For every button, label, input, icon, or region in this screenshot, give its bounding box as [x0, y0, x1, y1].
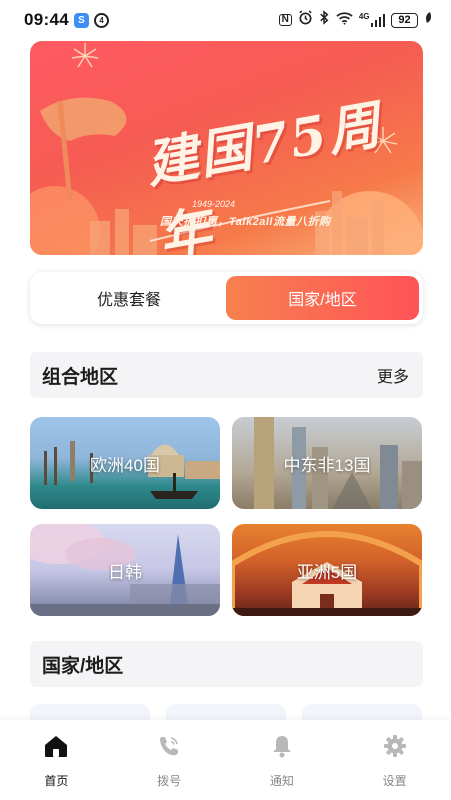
region-label: 亚洲5国 [296, 562, 358, 582]
battery-level: 92 [398, 14, 411, 26]
nav-notifications[interactable]: 通知 [226, 720, 339, 800]
home-icon [42, 732, 70, 760]
tab-packages[interactable]: 优惠套餐 [34, 276, 224, 320]
nav-label: 拨号 [157, 774, 182, 788]
category-tabs: 优惠套餐 国家/地区 [30, 272, 423, 324]
promo-banner[interactable]: 建国75周年 1949-2024 国庆折扣惠，Talk2all流量八折购 [30, 41, 423, 255]
app-blue-icon: S [73, 12, 89, 28]
countries-section-header: 国家/地区 [30, 641, 423, 687]
gear-icon [381, 732, 409, 760]
bell-icon [268, 732, 296, 760]
nav-label: 通知 [269, 774, 294, 788]
tab-countries[interactable]: 国家/地区 [226, 276, 419, 320]
combo-section-title: 组合地区 [42, 366, 119, 388]
combo-section-header: 组合地区 更多 [30, 352, 423, 398]
nav-label: 设置 [382, 774, 407, 788]
alarm-icon [298, 10, 313, 30]
nav-label: 首页 [44, 774, 69, 788]
more-link[interactable]: 更多 [377, 363, 409, 387]
countries-section-title: 国家/地区 [42, 655, 124, 677]
wifi-icon [336, 11, 353, 30]
network-label: 4G [358, 12, 370, 21]
region-card-europe[interactable]: 欧洲40国 [30, 417, 220, 509]
signal-4g-icon: 4G [359, 13, 385, 27]
battery-icon: 92 [391, 12, 418, 28]
region-card-mideast[interactable]: 中东非13国 [232, 417, 422, 509]
region-card-japan-korea[interactable]: 日韩 [30, 524, 220, 616]
status-bar: 09:44 S 4 N 4G 92 [0, 0, 451, 40]
nav-dial[interactable]: 拨号 [113, 720, 226, 800]
nav-settings[interactable]: 设置 [338, 720, 451, 800]
region-card-asia[interactable]: 亚洲5国 [232, 524, 422, 616]
phone-icon [155, 732, 183, 760]
status-icons: N 4G 92 [278, 10, 433, 30]
nfc-icon: N [278, 14, 292, 26]
leaf-icon [424, 11, 433, 30]
region-label: 中东非13国 [283, 455, 371, 475]
app-ring-icon: 4 [93, 12, 109, 28]
banner-slogan: 国庆折扣惠，Talk2all流量八折购 [160, 216, 331, 228]
banner-years: 1949-2024 [192, 199, 236, 209]
nav-home[interactable]: 首页 [0, 720, 113, 800]
bluetooth-icon [319, 10, 330, 30]
bottom-nav: 首页 拨号 通知 设置 [0, 720, 451, 800]
region-label: 日韩 [108, 562, 142, 582]
status-time: 09:44 [24, 10, 69, 29]
region-label: 欧洲40国 [90, 455, 160, 475]
